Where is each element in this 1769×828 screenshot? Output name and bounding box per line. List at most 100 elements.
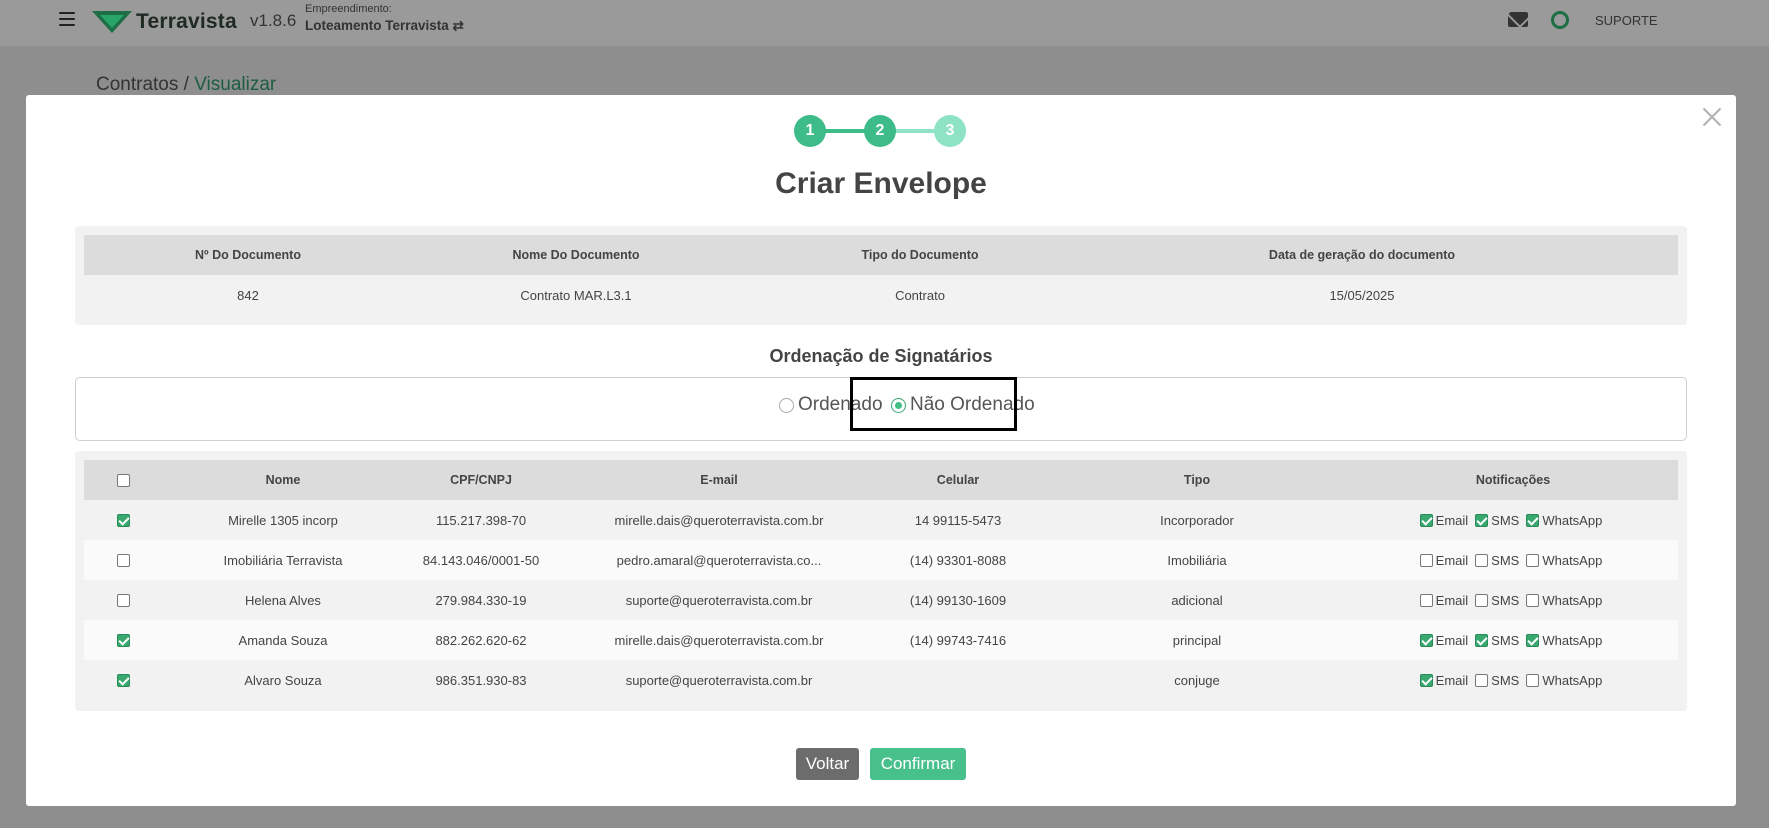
header-notifications: Notificações — [1475, 473, 1551, 487]
select-all-cell — [84, 460, 162, 500]
notify-email-checkbox[interactable] — [1419, 513, 1433, 527]
enterprise-value: Loteamento Terravista ⇄ — [305, 18, 464, 33]
top-bar: Terravista v1.8.6 Empreendimento: Loteam… — [0, 0, 1769, 46]
notification-options: Email SMS WhatsApp — [1419, 512, 1607, 528]
notify-email-label: Email — [1435, 632, 1469, 648]
cell-notifications: Email SMS WhatsApp — [1358, 540, 1668, 580]
document-row: 842 Contrato MAR.L3.1 Contrato 15/05/202… — [84, 275, 1678, 315]
select-all-checkbox[interactable] — [116, 473, 130, 487]
document-table: Nº Do Documento Nome Do Documento Tipo d… — [75, 226, 1687, 325]
notify-whatsapp-label: WhatsApp — [1542, 512, 1603, 528]
row-select-cell — [84, 620, 162, 660]
cell-phone: (14) 99130-1609 — [909, 592, 1007, 608]
notify-email-checkbox[interactable] — [1419, 593, 1433, 607]
cell-phone — [880, 660, 1036, 700]
row-select-checkbox[interactable] — [116, 553, 130, 567]
notify-sms-label: SMS — [1491, 632, 1520, 648]
cell-name: Alvaro Souza — [244, 672, 322, 688]
notify-email-checkbox[interactable] — [1419, 633, 1433, 647]
doc-date: 15/05/2025 — [1329, 287, 1395, 303]
header-type: Tipo — [1183, 473, 1211, 487]
modal-title: Criar Envelope — [775, 167, 987, 200]
cell-name: Helena Alves — [245, 592, 321, 608]
signers-table-header: Nome CPF/CNPJ E-mail Celular Tipo Notifi… — [84, 460, 1678, 500]
table-row: Alvaro Souza 986.351.930-83 suporte@querot… — [84, 660, 1678, 700]
menu-icon[interactable] — [59, 12, 75, 26]
close-icon[interactable] — [1702, 107, 1722, 127]
notify-email-label: Email — [1435, 592, 1469, 608]
notify-whatsapp-checkbox[interactable] — [1526, 513, 1540, 527]
cell-type: conjuge — [1174, 672, 1220, 688]
cell-doc: 882.262.620-62 — [435, 632, 527, 648]
notify-email-checkbox[interactable] — [1419, 553, 1433, 567]
cell-doc: 986.351.930-83 — [435, 672, 527, 688]
row-select-checkbox[interactable] — [116, 673, 130, 687]
notify-whatsapp-label: WhatsApp — [1542, 632, 1603, 648]
notify-whatsapp-checkbox[interactable] — [1526, 593, 1540, 607]
notification-options: Email SMS WhatsApp — [1419, 592, 1607, 608]
support-link[interactable]: SUPORTE — [1595, 13, 1658, 28]
cell-phone: 14 99115-5473 — [914, 512, 1002, 528]
notify-email-label: Email — [1435, 552, 1469, 568]
cell-email: suporte@queroterravista.com.br — [625, 592, 813, 608]
notify-sms-label: SMS — [1491, 592, 1520, 608]
notify-sms-checkbox[interactable] — [1475, 553, 1489, 567]
cell-email: pedro.amaral@queroterravista.co... — [616, 552, 822, 568]
confirm-button[interactable]: Confirmar — [870, 748, 966, 780]
notify-whatsapp-label: WhatsApp — [1542, 592, 1603, 608]
doc-name: Contrato MAR.L3.1 — [520, 287, 632, 303]
header-email: E-mail — [700, 473, 738, 487]
cell-doc: 279.984.330-19 — [435, 592, 527, 608]
doc-number: 842 — [237, 287, 259, 303]
cell-name: Amanda Souza — [238, 632, 328, 648]
notification-options: Email SMS WhatsApp — [1419, 552, 1607, 568]
row-select-checkbox[interactable] — [116, 513, 130, 527]
mail-icon[interactable] — [1508, 12, 1528, 27]
step-1: 1 — [794, 115, 826, 147]
row-select-checkbox[interactable] — [116, 593, 130, 607]
cell-type: Imobiliária — [1167, 552, 1227, 568]
notify-sms-checkbox[interactable] — [1475, 633, 1489, 647]
signers-table: Nome CPF/CNPJ E-mail Celular Tipo Notifi… — [75, 451, 1687, 711]
breadcrumb-current: Visualizar — [194, 74, 277, 95]
cell-type: principal — [1172, 632, 1222, 648]
notify-sms-checkbox[interactable] — [1475, 673, 1489, 687]
stepper: 1 2 3 — [794, 115, 966, 147]
notification-options: Email SMS WhatsApp — [1419, 672, 1607, 688]
cell-phone: (14) 99743-7416 — [909, 632, 1007, 648]
cell-email: suporte@queroterravista.com.br — [625, 672, 813, 688]
notify-email-label: Email — [1435, 512, 1469, 528]
notify-whatsapp-checkbox[interactable] — [1526, 673, 1540, 687]
header-name: Nome — [265, 473, 301, 487]
doc-header-type: Tipo do Documento — [861, 248, 979, 262]
cell-notifications: Email SMS WhatsApp — [1358, 620, 1668, 660]
cell-type: Incorporador — [1160, 512, 1234, 528]
table-row: Helena Alves 279.984.330-19 suporte@querot… — [84, 580, 1678, 620]
terravista-logo-icon — [92, 11, 132, 33]
table-row: Amanda Souza 882.262.620-62 mirelle.dais@q… — [84, 620, 1678, 660]
notify-whatsapp-checkbox[interactable] — [1526, 633, 1540, 647]
breadcrumb-root[interactable]: Contratos — [96, 74, 178, 95]
breadcrumb-separator: / — [178, 74, 195, 95]
create-envelope-modal: 1 2 3 Criar Envelope Nº Do Documento Nom… — [26, 95, 1736, 806]
radio-ordered-input[interactable] — [779, 397, 794, 413]
notify-email-checkbox[interactable] — [1419, 673, 1433, 687]
row-select-checkbox[interactable] — [116, 633, 130, 647]
notify-sms-label: SMS — [1491, 672, 1520, 688]
notify-sms-checkbox[interactable] — [1475, 593, 1489, 607]
notify-whatsapp-label: WhatsApp — [1542, 672, 1603, 688]
cell-notifications: Email SMS WhatsApp — [1358, 580, 1668, 620]
notify-sms-label: SMS — [1491, 512, 1520, 528]
notification-options: Email SMS WhatsApp — [1419, 632, 1607, 648]
logo[interactable]: Terravista — [92, 10, 237, 34]
notify-sms-checkbox[interactable] — [1475, 513, 1489, 527]
back-button[interactable]: Voltar — [796, 748, 859, 780]
notify-whatsapp-checkbox[interactable] — [1526, 553, 1540, 567]
status-ring-icon[interactable] — [1551, 11, 1569, 29]
cell-notifications: Email SMS WhatsApp — [1358, 660, 1668, 700]
header-cpf: CPF/CNPJ — [450, 473, 512, 487]
enterprise-selector[interactable]: Empreendimento: Loteamento Terravista ⇄ — [305, 3, 464, 34]
cell-doc: 115.217.398-70 — [435, 512, 527, 528]
step-3: 3 — [934, 115, 966, 147]
cell-email: mirelle.dais@queroterravista.com.br — [614, 512, 824, 528]
